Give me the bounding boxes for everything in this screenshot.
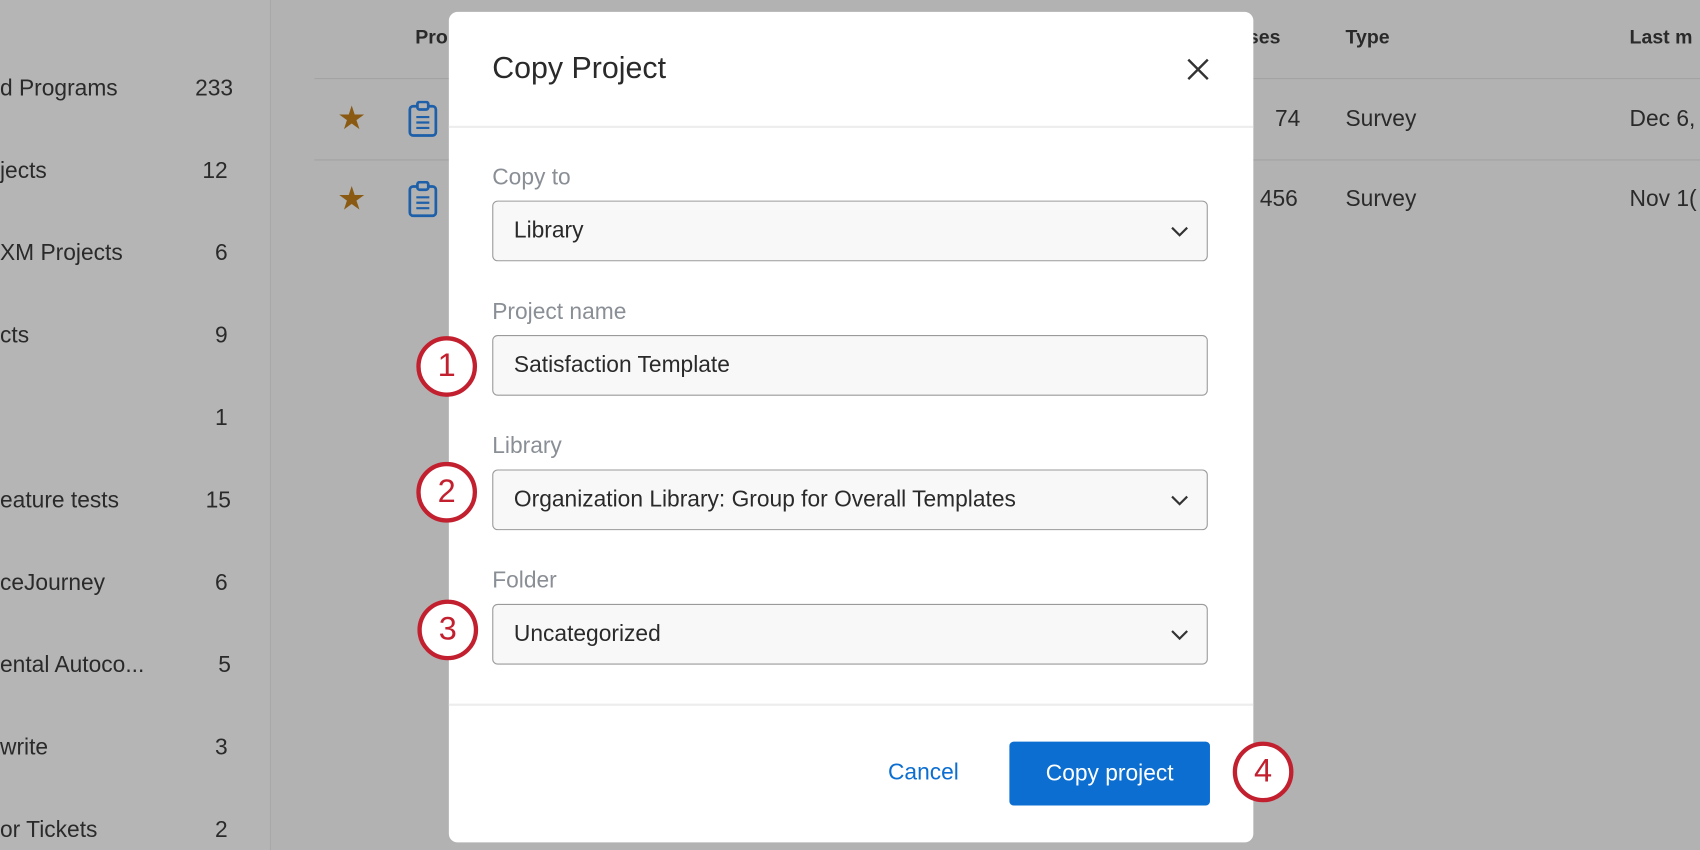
copy-to-select[interactable]: Library — [492, 200, 1208, 262]
column-header-last-modified[interactable]: Last m — [1630, 26, 1693, 49]
sidebar-item[interactable]: 1 — [0, 405, 233, 438]
sidebar: d Programs 233 jects 12 XM Projects 6 cts 9 … — [0, 0, 272, 850]
app-stage: d Programs 233 jects 12 XM Projects 6 cts 9 … — [0, 0, 1700, 850]
column-header-type[interactable]: Type — [1345, 26, 1389, 49]
sidebar-item-label: ceJourney — [0, 570, 106, 596]
sidebar-item[interactable]: d Programs 233 — [0, 76, 233, 109]
folder-label: Folder — [492, 568, 557, 594]
library-label: Library — [492, 433, 562, 459]
copy-to-label: Copy to — [492, 164, 571, 190]
close-icon[interactable] — [1182, 53, 1215, 86]
last-modified: Nov 1( — [1629, 186, 1697, 212]
sidebar-item[interactable]: write 3 — [0, 735, 233, 768]
callout-badge: 1 — [416, 336, 478, 397]
project-name-value: Satisfaction Template — [513, 352, 730, 378]
sidebar-item-label: eature tests — [0, 487, 119, 513]
copy-project-button[interactable]: Copy project — [1009, 741, 1210, 806]
sidebar-item[interactable]: ceJourney 6 — [0, 570, 233, 603]
project-name-label: Project name — [492, 299, 627, 325]
chevron-down-icon — [1171, 630, 1188, 641]
chevron-down-icon — [1171, 226, 1188, 237]
sidebar-item[interactable]: jects 12 — [0, 158, 233, 191]
last-modified: Dec 6, — [1629, 106, 1696, 132]
sidebar-item-count: 2 — [215, 817, 228, 843]
sidebar-item-label: jects — [0, 158, 47, 184]
library-value: Organization Library: Group for Overall … — [513, 486, 1016, 512]
sidebar-item[interactable]: eature tests 15 — [0, 488, 233, 521]
sidebar-item[interactable]: cts 9 — [0, 323, 233, 356]
survey-clipboard-icon — [408, 100, 438, 137]
sidebar-item-label: cts — [0, 323, 30, 349]
sidebar-item-label: XM Projects — [0, 240, 123, 266]
sidebar-item-count: 12 — [202, 158, 228, 184]
sidebar-item[interactable]: ental Autoco... 5 — [0, 653, 233, 686]
sidebar-item-count: 5 — [218, 652, 231, 678]
project-type: Survey — [1345, 106, 1417, 132]
sidebar-item-count: 6 — [215, 570, 228, 596]
chevron-down-icon — [1171, 495, 1188, 506]
sidebar-item[interactable]: or Tickets 2 — [0, 817, 233, 850]
library-select[interactable]: Organization Library: Group for Overall … — [492, 469, 1208, 531]
responses-count: 74 — [1275, 106, 1301, 132]
sidebar-item[interactable]: XM Projects 6 — [0, 241, 233, 274]
project-type: Survey — [1345, 186, 1417, 212]
sidebar-item-count: 233 — [195, 75, 234, 101]
cancel-button[interactable]: Cancel — [888, 760, 959, 786]
sidebar-item-label: write — [0, 735, 49, 761]
project-name-input[interactable]: Satisfaction Template — [492, 335, 1208, 396]
sidebar-item-count: 15 — [205, 487, 231, 513]
callout-badge: 3 — [417, 599, 479, 661]
responses-count: 456 — [1259, 186, 1298, 212]
divider — [448, 125, 1254, 128]
sidebar-item-label: d Programs — [0, 75, 118, 101]
survey-clipboard-icon — [408, 181, 438, 218]
sidebar-item-count: 9 — [215, 323, 228, 349]
folder-select[interactable]: Uncategorized — [492, 603, 1208, 665]
copy-to-value: Library — [513, 217, 584, 243]
sidebar-item-count: 6 — [215, 240, 228, 266]
folder-value: Uncategorized — [513, 621, 661, 647]
sidebar-item-count: 1 — [215, 405, 228, 431]
sidebar-item-count: 3 — [215, 735, 228, 761]
callout-badge: 2 — [416, 461, 478, 523]
callout-badge: 4 — [1232, 741, 1294, 803]
star-icon[interactable]: ★ — [337, 100, 366, 138]
copy-project-dialog: Copy Project Copy to Library Project nam… — [448, 11, 1254, 843]
star-icon[interactable]: ★ — [337, 180, 366, 218]
column-header-project[interactable]: Pro — [415, 26, 448, 49]
dialog-title: Copy Project — [492, 50, 667, 85]
sidebar-item-label: ental Autoco... — [0, 652, 145, 678]
sidebar-item-label: or Tickets — [0, 817, 98, 843]
divider — [448, 703, 1254, 706]
